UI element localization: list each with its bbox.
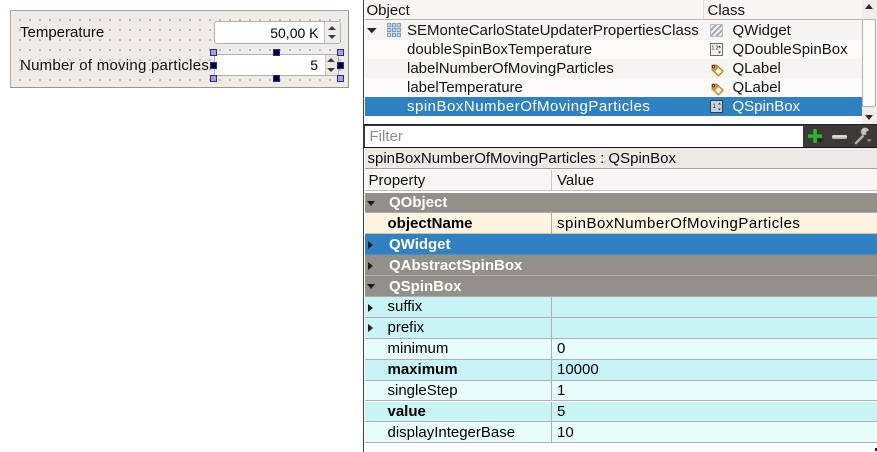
svg-text:1.2: 1.2 xyxy=(712,45,719,51)
